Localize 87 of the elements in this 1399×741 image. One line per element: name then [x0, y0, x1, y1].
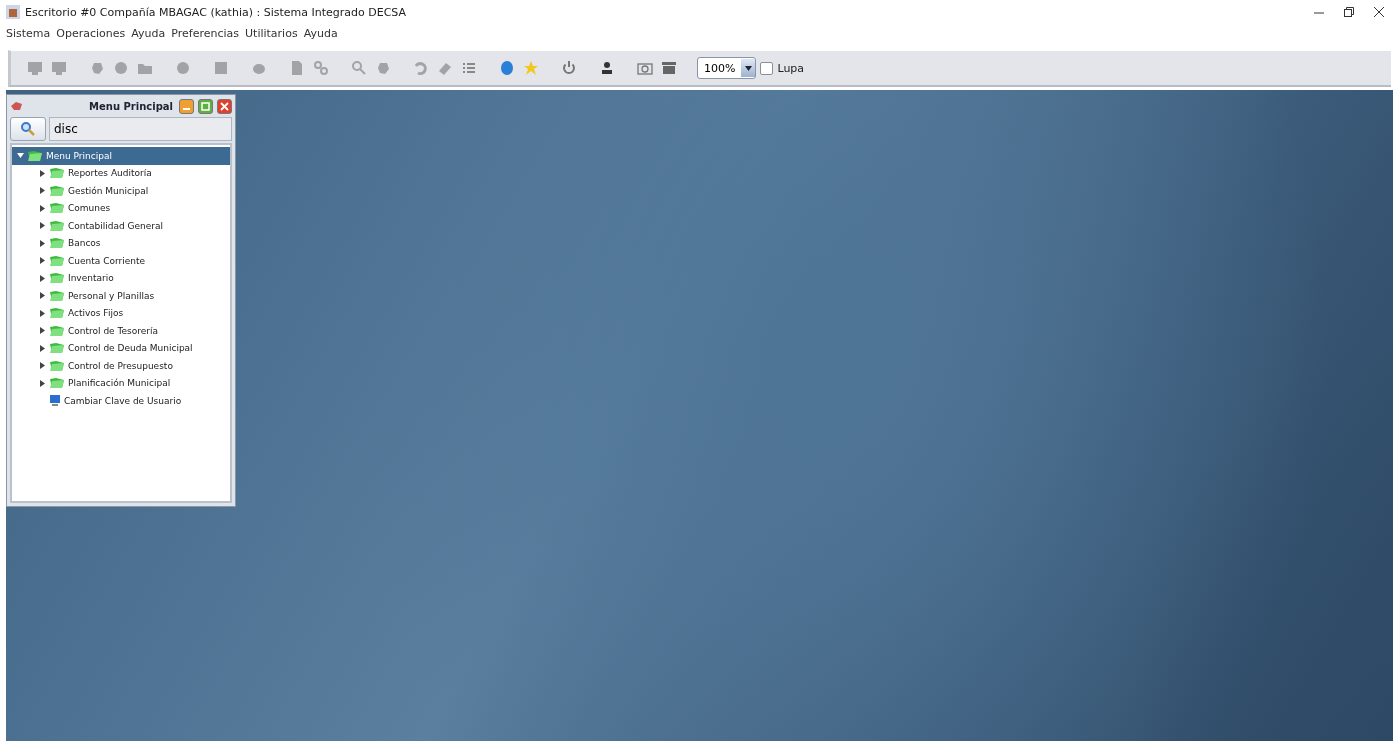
expand-arrow-icon[interactable] [38, 362, 46, 370]
tree-item[interactable]: Contabilidad General [12, 217, 230, 235]
tree-item[interactable]: Comunes [12, 199, 230, 217]
expand-arrow-icon[interactable] [38, 169, 46, 177]
menu-item[interactable]: Operaciones [56, 26, 126, 40]
close-icon[interactable] [1373, 6, 1385, 18]
folder-icon [49, 167, 65, 180]
square-icon [213, 60, 229, 76]
folder-icon [49, 307, 65, 320]
person-icon [599, 60, 615, 76]
folder-icon [49, 219, 65, 232]
expand-arrow-icon[interactable] [38, 327, 46, 335]
star-icon [523, 60, 539, 76]
tree-item[interactable]: Bancos [12, 234, 230, 252]
search-button[interactable] [10, 117, 46, 141]
expand-arrow-icon[interactable] [38, 292, 46, 300]
undo-icon [413, 60, 429, 76]
folder-icon [49, 202, 65, 215]
close-icon [220, 101, 229, 111]
checkbox[interactable] [760, 61, 774, 75]
expand-arrow-icon[interactable] [38, 379, 46, 387]
computer-icon [49, 394, 61, 408]
zoom-dropdown[interactable]: 100% [697, 57, 757, 79]
minimize-icon [183, 108, 190, 110]
tree-item[interactable]: Control de Presupuesto [12, 357, 230, 375]
search-field[interactable]: disc [49, 117, 232, 141]
expand-arrow-icon[interactable] [38, 187, 46, 195]
monitor-icon [27, 60, 43, 76]
search-icon [351, 60, 367, 76]
folder-icon [27, 149, 43, 162]
document-icon [289, 60, 305, 76]
camera-icon [637, 60, 653, 76]
tree-item[interactable]: Control de Deuda Municipal [12, 339, 230, 357]
folder-icon [49, 237, 65, 250]
menu-item[interactable]: Sistema [6, 26, 51, 40]
expand-arrow-icon[interactable] [38, 274, 46, 282]
tree-item[interactable]: Personal y Planillas [12, 287, 230, 305]
power-icon [561, 60, 577, 76]
expand-arrow-icon[interactable] [38, 257, 46, 265]
tree-item[interactable]: Planificación Municipal [12, 374, 230, 392]
tree-item[interactable]: Menu Principal [12, 147, 230, 165]
tree-item[interactable]: Cuenta Corriente [12, 252, 230, 270]
list-icon [461, 60, 477, 76]
circle-icon [113, 60, 129, 76]
minimize-button[interactable] [179, 98, 194, 114]
maximize-button[interactable] [198, 98, 213, 114]
maximize-icon [201, 101, 210, 111]
tree-item[interactable]: Cambiar Clave de Usuario [12, 392, 230, 410]
close-button[interactable] [217, 98, 232, 114]
menu-item[interactable]: Ayuda [131, 26, 166, 40]
menu-item[interactable]: Preferencias [171, 26, 239, 40]
folder-icon [49, 342, 65, 355]
caret-icon [744, 65, 752, 71]
tree-item[interactable]: Control de Tesorería [12, 322, 230, 340]
search-icon [20, 121, 36, 137]
folder-icon [49, 289, 65, 302]
monitor-icon [51, 60, 67, 76]
link-icon [313, 60, 329, 76]
folder-icon [49, 184, 65, 197]
tree-item[interactable]: Reportes Auditoría [12, 164, 230, 182]
menu-item[interactable]: Utilitarios [245, 26, 298, 40]
app-icon [6, 5, 20, 19]
folder-icon [49, 377, 65, 390]
menu-item[interactable]: Ayuda [303, 26, 338, 40]
dropdown-button[interactable] [741, 59, 756, 77]
folder-icon [49, 272, 65, 285]
folder-icon [49, 254, 65, 267]
window-title: Escritorio #0 Compañía MBAGAC (kathia) : Sistema Integrado DECSA [25, 5, 408, 19]
folder-icon [49, 324, 65, 337]
expand-arrow-icon[interactable] [38, 309, 46, 317]
expand-arrow-icon[interactable] [38, 222, 46, 230]
circle-icon [175, 60, 191, 76]
expand-arrow-icon[interactable] [38, 239, 46, 247]
window-icon [10, 100, 24, 112]
checkbox-label: Lupa [777, 61, 805, 75]
tree-item[interactable]: Inventario [12, 269, 230, 287]
eraser-icon [437, 60, 453, 76]
tree-item[interactable]: Activos Fijos [12, 304, 230, 322]
expand-arrow-icon[interactable] [38, 204, 46, 212]
archive-icon [661, 60, 677, 76]
collapse-arrow-icon[interactable] [16, 152, 24, 160]
restore-icon[interactable] [1343, 6, 1355, 18]
folder-icon [49, 359, 65, 372]
window-title: Menu Principal [88, 100, 174, 112]
expand-arrow-icon[interactable] [38, 344, 46, 352]
globe-icon [499, 60, 515, 76]
tree-item[interactable]: Gestión Municipal [12, 182, 230, 200]
